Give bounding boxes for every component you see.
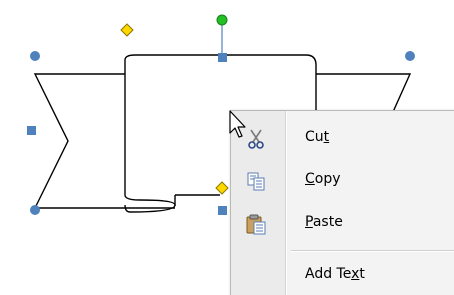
slide-canvas[interactable]: Cut Copy Paste Add Text [0,0,454,295]
menu-item-paste-label: Paste [305,214,343,230]
menu-item-add-text-label: Add Text [305,266,365,282]
scissors-icon [245,128,267,150]
menu-item-copy-label: Copy [305,171,341,187]
rotation-handle[interactable] [216,14,228,26]
menu-item-copy[interactable]: Copy [231,161,454,199]
menu-separator [291,250,454,252]
resize-handle-left[interactable] [27,126,36,135]
resize-handle-bottom-left[interactable] [30,205,40,215]
menu-item-paste[interactable]: Paste [231,204,454,242]
menu-item-cut[interactable]: Cut [231,119,454,157]
adjustment-handle-bottom[interactable] [215,181,229,195]
paste-icon [245,213,267,235]
context-menu: Cut Copy Paste Add Text [230,110,454,295]
resize-handle-top-left[interactable] [30,51,40,61]
menu-item-cut-label: Cut [305,129,330,145]
adjustment-handle-top[interactable] [120,23,134,37]
menu-item-add-text[interactable]: Add Text [231,256,454,294]
mouse-pointer-icon [229,110,246,138]
resize-handle-bottom[interactable] [218,206,227,215]
resize-handle-top-right[interactable] [405,51,415,61]
copy-icon [245,170,267,192]
resize-handle-top[interactable] [218,53,227,62]
